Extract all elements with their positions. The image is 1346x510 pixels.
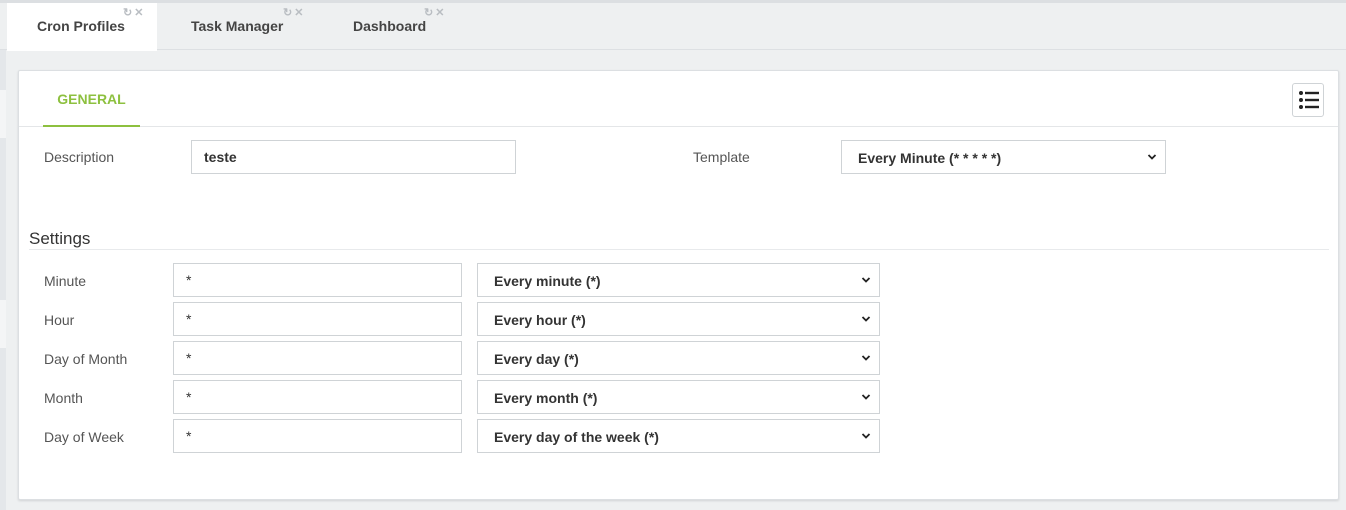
day-of-week-input[interactable] bbox=[173, 419, 462, 453]
tab-label: Cron Profiles bbox=[37, 18, 125, 34]
day-of-month-select[interactable]: Every day (*) bbox=[477, 341, 880, 375]
minute-select-value: Every minute (*) bbox=[494, 273, 601, 289]
minute-select[interactable]: Every minute (*) bbox=[477, 263, 880, 297]
template-select-value: Every Minute (* * * * *) bbox=[858, 150, 1002, 166]
refresh-icon[interactable]: ↻ bbox=[123, 7, 134, 19]
hour-label: Hour bbox=[44, 312, 75, 328]
tab-controls: ↻✕ bbox=[283, 6, 305, 19]
list-view-button[interactable] bbox=[1292, 83, 1324, 117]
day-of-month-input[interactable] bbox=[173, 341, 462, 375]
description-input[interactable] bbox=[191, 140, 516, 174]
template-label: Template bbox=[693, 149, 750, 165]
month-select[interactable]: Every month (*) bbox=[477, 380, 880, 414]
tab-controls: ↻✕ bbox=[424, 6, 446, 19]
chevron-down-icon bbox=[861, 316, 871, 322]
chevron-down-icon bbox=[861, 277, 871, 283]
minute-label: Minute bbox=[44, 273, 87, 289]
close-icon[interactable]: ✕ bbox=[435, 7, 446, 19]
hour-select[interactable]: Every hour (*) bbox=[477, 302, 880, 336]
chevron-down-icon bbox=[861, 355, 871, 361]
settings-heading: Settings bbox=[29, 229, 91, 248]
sidebar-edge-mark bbox=[0, 90, 6, 138]
month-label: Month bbox=[44, 390, 83, 406]
tab-label: Dashboard bbox=[353, 18, 427, 34]
chevron-down-icon bbox=[861, 394, 871, 400]
left-sidebar-edge bbox=[0, 50, 6, 510]
day-of-week-label: Day of Week bbox=[44, 429, 124, 445]
month-input[interactable] bbox=[173, 380, 462, 414]
tab-label: Task Manager bbox=[191, 18, 284, 34]
month-select-value: Every month (*) bbox=[494, 390, 598, 406]
tab-controls: ↻✕ bbox=[123, 6, 145, 19]
day-of-week-select-value: Every day of the week (*) bbox=[494, 429, 659, 445]
tab-bar: Cron Profiles ↻✕ Task Manager ↻✕ Dashboa… bbox=[0, 3, 1346, 51]
chevron-down-icon bbox=[861, 433, 871, 439]
refresh-icon[interactable]: ↻ bbox=[283, 7, 294, 19]
tab-general[interactable]: GENERAL bbox=[43, 71, 140, 127]
close-icon[interactable]: ✕ bbox=[134, 7, 145, 19]
cron-profile-panel: GENERAL Description Template Every Minut… bbox=[18, 70, 1339, 500]
sidebar-edge-mark bbox=[0, 300, 6, 348]
settings-divider bbox=[29, 249, 1329, 250]
close-icon[interactable]: ✕ bbox=[294, 7, 305, 19]
list-icon bbox=[1299, 91, 1319, 109]
description-label: Description bbox=[44, 149, 115, 165]
hour-input[interactable] bbox=[173, 302, 462, 336]
hour-select-value: Every hour (*) bbox=[494, 312, 586, 328]
day-of-month-select-value: Every day (*) bbox=[494, 351, 579, 367]
refresh-icon[interactable]: ↻ bbox=[424, 7, 435, 19]
minute-input[interactable] bbox=[173, 263, 462, 297]
chevron-down-icon bbox=[1147, 154, 1157, 160]
panel-tab-bar: GENERAL bbox=[19, 71, 1338, 127]
day-of-week-select[interactable]: Every day of the week (*) bbox=[477, 419, 880, 453]
tab-dashboard[interactable]: Dashboard ↻✕ bbox=[317, 3, 462, 50]
tab-task-manager[interactable]: Task Manager ↻✕ bbox=[157, 3, 317, 50]
tab-cron-profiles[interactable]: Cron Profiles ↻✕ bbox=[7, 3, 157, 51]
day-of-month-label: Day of Month bbox=[44, 351, 128, 367]
template-select[interactable]: Every Minute (* * * * *) bbox=[841, 140, 1166, 174]
